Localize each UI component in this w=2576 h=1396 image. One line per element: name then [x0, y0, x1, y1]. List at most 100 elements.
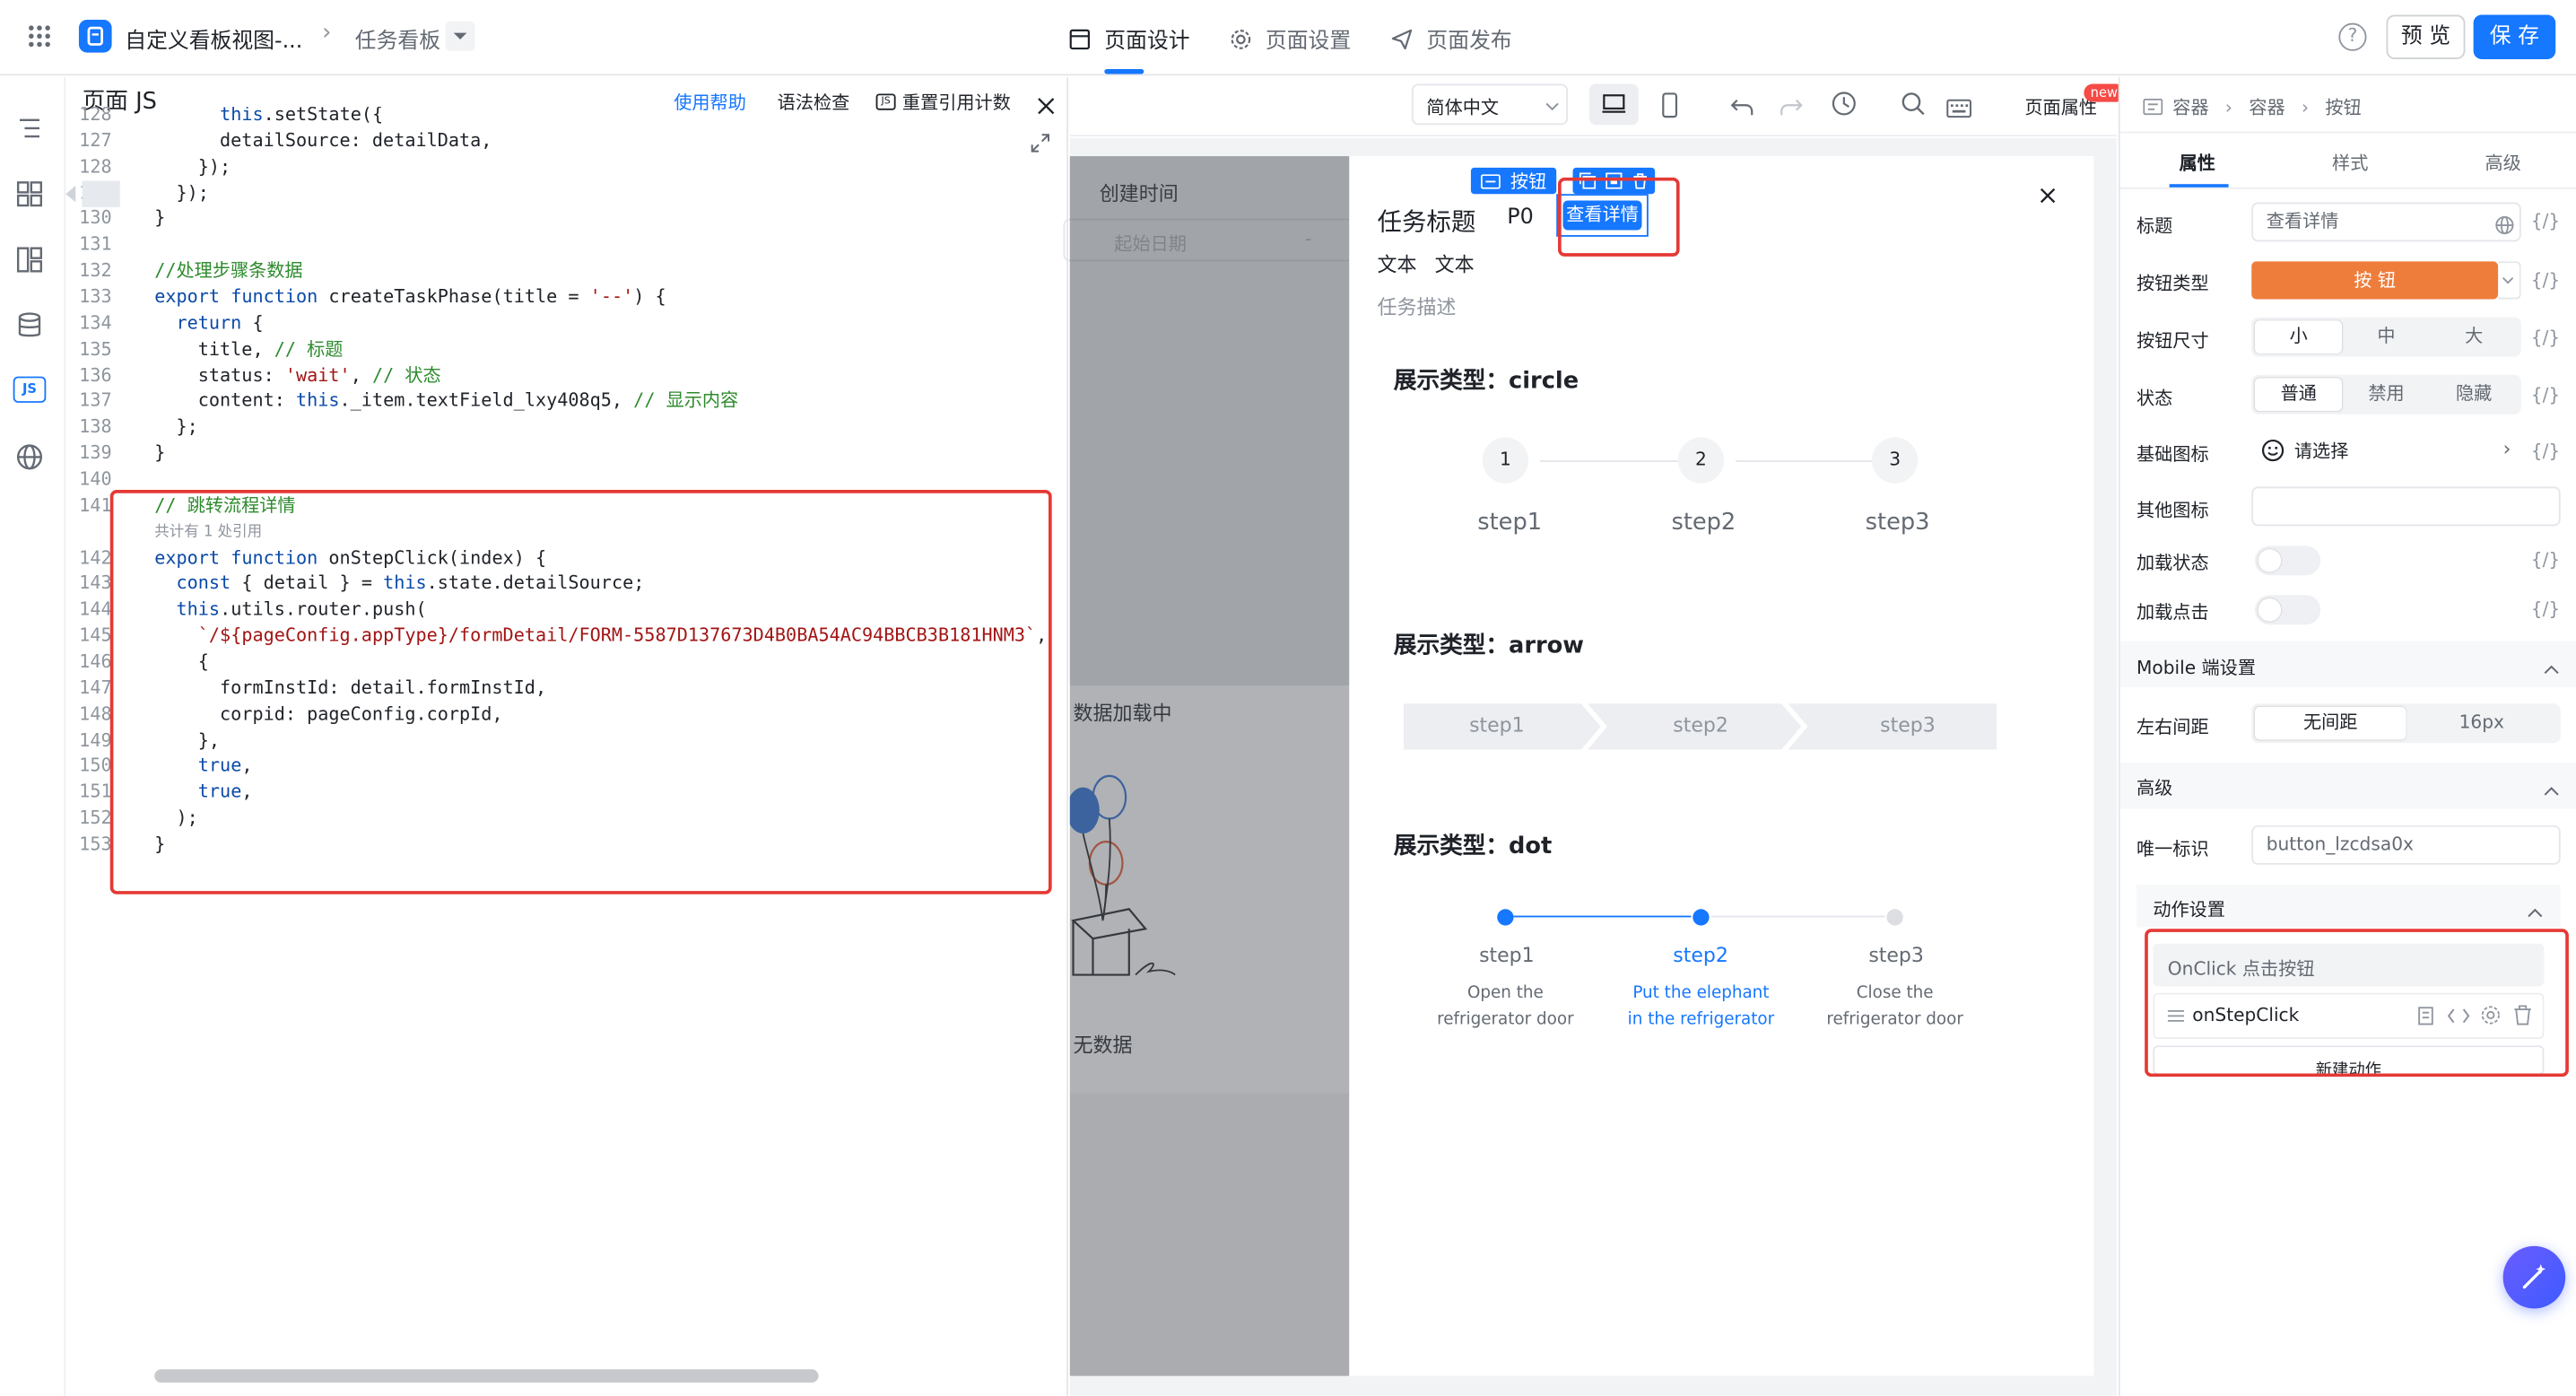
title-input[interactable]: 查看详情 — [2251, 202, 2521, 242]
circle-step-2[interactable]: 2 — [1677, 437, 1725, 484]
tab-page-publish[interactable]: 页面发布 — [1390, 23, 1512, 54]
chevron-down-icon[interactable] — [2498, 261, 2521, 300]
size-large[interactable]: 大 — [2430, 320, 2518, 353]
chevron-up-icon[interactable] — [2543, 654, 2561, 685]
caret-down-icon[interactable] — [445, 21, 475, 51]
code-line[interactable]: 139} — [65, 441, 1051, 467]
tab-advanced[interactable]: 高级 — [2485, 150, 2520, 176]
horizontal-scrollbar[interactable] — [154, 1369, 819, 1383]
code-text: return { — [176, 311, 264, 334]
js-icon[interactable]: JS — [13, 376, 47, 403]
desktop-view-button[interactable] — [1588, 83, 1639, 126]
tab-props[interactable]: 属性 — [2180, 150, 2215, 176]
code-line[interactable]: 128 this.setState({ — [65, 107, 1051, 128]
tab-page-design[interactable]: 页面设计 — [1068, 23, 1190, 54]
ai-assistant-button[interactable] — [2502, 1245, 2566, 1309]
outline-icon[interactable] — [14, 113, 44, 149]
code-line[interactable]: 130} — [65, 206, 1051, 232]
variable-bind-icon[interactable]: {/} — [2531, 327, 2560, 349]
app-title[interactable]: 自定义看板视图-... — [125, 23, 302, 54]
globe-icon[interactable] — [14, 442, 44, 478]
dot-step-1[interactable] — [1497, 909, 1514, 926]
uid-input[interactable]: button_lzcdsa0x — [2251, 825, 2561, 865]
variable-bind-icon[interactable]: {/} — [2531, 549, 2560, 571]
keyboard-icon[interactable] — [1945, 93, 1971, 125]
variable-bind-icon[interactable]: {/} — [2531, 441, 2560, 462]
code-line[interactable]: 138 }; — [65, 414, 1051, 441]
arrow-step-1[interactable]: step1 — [1469, 713, 1525, 737]
btn-type-select[interactable]: 按 钮 — [2251, 261, 2499, 300]
apps-grid-icon[interactable] — [26, 23, 52, 49]
code-line[interactable]: 131 — [65, 232, 1051, 258]
components-icon[interactable] — [14, 179, 44, 215]
dot-step-desc-active: Put the elephant in the refrigerator — [1627, 984, 1775, 1030]
variable-bind-icon[interactable]: {/} — [2531, 598, 2560, 620]
state-normal[interactable]: 普通 — [2254, 378, 2343, 412]
line-number: 146 — [79, 650, 112, 673]
circle-step-1[interactable]: 1 — [1482, 437, 1529, 484]
size-small[interactable]: 小 — [2254, 320, 2343, 353]
arrow-step-3[interactable]: step3 — [1880, 713, 1936, 737]
size-medium[interactable]: 中 — [2343, 320, 2431, 353]
margin-none[interactable]: 无间距 — [2254, 706, 2406, 740]
chevron-up-icon[interactable] — [2543, 776, 2561, 807]
breadcrumb-page[interactable]: 任务看板 — [355, 23, 440, 54]
loading-state-toggle[interactable] — [2254, 545, 2321, 576]
section-title-circle: 展示类型：circle — [1393, 368, 1580, 395]
code-line[interactable]: 133 export function createTaskPhase(title… — [65, 284, 1051, 310]
line-number: 150 — [79, 755, 112, 777]
breadcrumb-item[interactable]: 按钮 — [2325, 93, 2361, 119]
chevron-right-icon[interactable]: › — [2503, 437, 2511, 460]
page-template-icon[interactable] — [14, 245, 44, 281]
dot-step-3[interactable] — [1886, 909, 1903, 926]
history-icon[interactable] — [1831, 91, 1857, 124]
code-line[interactable]: 135 title, // 标题 — [65, 336, 1051, 362]
save-button[interactable]: 保 存 — [2473, 14, 2556, 59]
divider — [2119, 131, 2576, 134]
code-line[interactable]: 128 }); — [65, 154, 1051, 180]
tab-page-settings[interactable]: 页面设置 — [1230, 23, 1351, 54]
selected-component-tag[interactable]: 按钮 — [1470, 167, 1557, 195]
breadcrumb-item[interactable]: 容器 — [2249, 93, 2284, 119]
language-select[interactable]: 简体中文 — [1411, 83, 1569, 126]
code-line[interactable]: 136 status: 'wait', // 状态 — [65, 362, 1051, 388]
state-segment[interactable]: 普通 禁用 隐藏 — [2251, 374, 2521, 414]
chevron-up-icon[interactable] — [2526, 897, 2544, 929]
circle-step-3[interactable]: 3 — [1871, 437, 1919, 484]
help-icon[interactable]: ? — [2338, 22, 2367, 51]
base-icon-picker[interactable]: 请选择 — [2261, 437, 2348, 463]
state-hidden[interactable]: 隐藏 — [2430, 378, 2518, 411]
search-icon[interactable] — [1900, 91, 1926, 124]
code-line[interactable]: 137 content: this._item.textField_lxy408… — [65, 388, 1051, 414]
margin-segment[interactable]: 无间距 16px — [2251, 703, 2561, 744]
variable-bind-icon[interactable]: {/} — [2531, 211, 2560, 232]
other-icon-input[interactable] — [2251, 486, 2561, 527]
variable-bind-icon[interactable]: {/} — [2531, 385, 2560, 406]
preview-button[interactable]: 预 览 — [2386, 14, 2466, 59]
state-disabled[interactable]: 禁用 — [2343, 378, 2431, 411]
dot-step-2[interactable] — [1693, 909, 1710, 926]
code-line[interactable]: 127 detailSource: detailData, — [65, 128, 1051, 154]
code-line[interactable]: 134 return { — [65, 310, 1051, 336]
advanced-section-header[interactable] — [2119, 763, 2576, 809]
loading-click-toggle[interactable] — [2254, 595, 2321, 625]
undo-icon[interactable] — [1729, 93, 1755, 125]
dialog-close-icon[interactable] — [2040, 179, 2056, 211]
globe-icon[interactable] — [2494, 211, 2514, 242]
arrow-step-2[interactable]: step2 — [1673, 713, 1728, 737]
redo-icon[interactable] — [1779, 93, 1805, 125]
margin-16px[interactable]: 16px — [2406, 707, 2557, 740]
tab-style[interactable]: 样式 — [2332, 150, 2368, 176]
line-number: 130 — [79, 207, 112, 230]
mobile-view-icon[interactable] — [1660, 92, 1680, 126]
btn-size-segment[interactable]: 小 中 大 — [2251, 317, 2521, 357]
code-line[interactable]: 129 }); — [65, 180, 1051, 206]
variable-bind-icon[interactable]: {/} — [2531, 269, 2560, 291]
button-component-icon — [1480, 173, 1501, 188]
line-number: 142 — [79, 546, 112, 569]
code-line[interactable]: 132 //处理步骤条数据 — [65, 258, 1051, 284]
breadcrumb-item[interactable]: 容器 — [2172, 93, 2208, 119]
code-text: } — [154, 207, 166, 230]
dot-connector-done — [1513, 915, 1692, 918]
datasource-icon[interactable] — [14, 310, 44, 346]
